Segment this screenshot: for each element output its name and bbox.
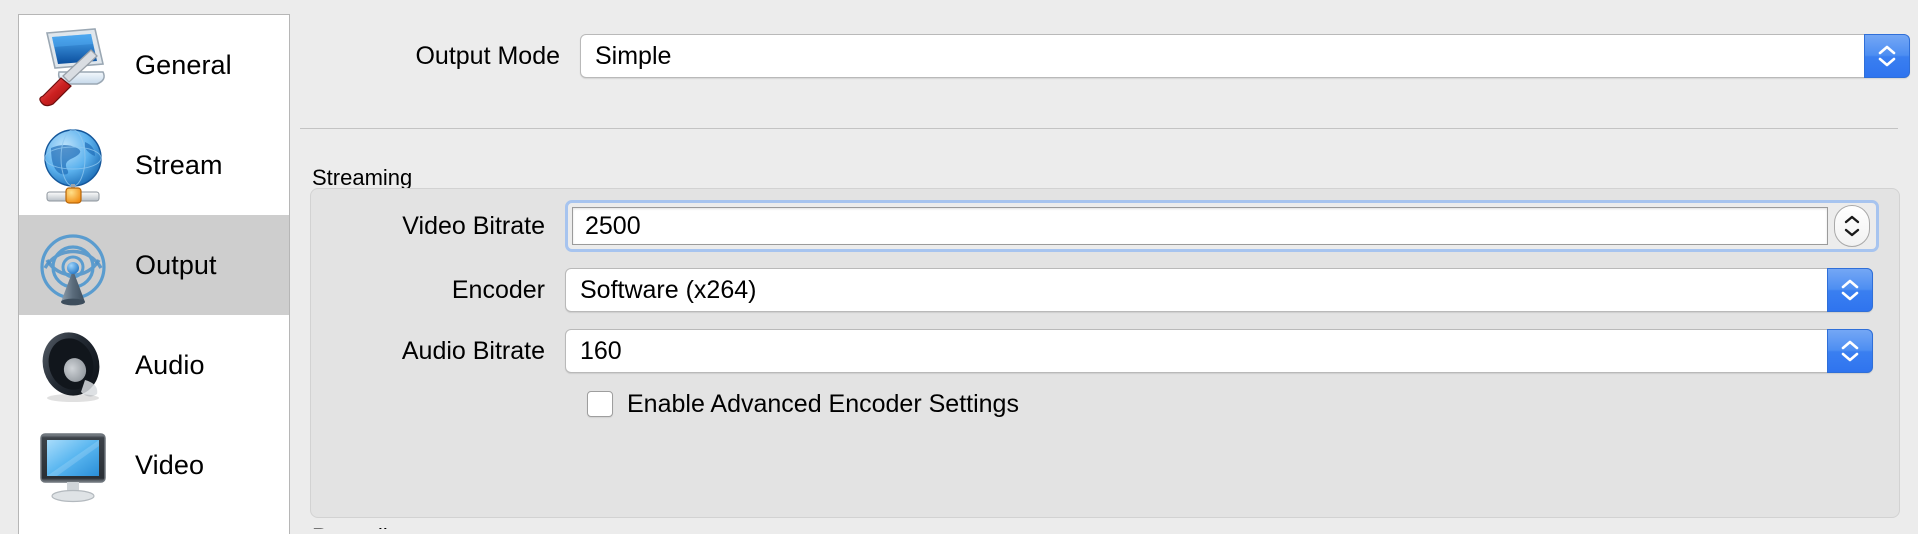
sidebar-item-video[interactable]: Video <box>19 415 289 515</box>
chevron-up-icon <box>1877 45 1897 56</box>
chevron-down-icon <box>1840 351 1860 362</box>
video-bitrate-label: Video Bitrate <box>402 211 545 240</box>
advanced-encoder-checkbox-row[interactable]: Enable Advanced Encoder Settings <box>587 384 1019 424</box>
audio-bitrate-row: Audio Bitrate 160 <box>311 328 1899 374</box>
display-monitor-icon <box>33 422 119 508</box>
sidebar-item-stream[interactable]: Stream <box>19 115 289 215</box>
sidebar-item-label: Video <box>135 449 205 480</box>
video-bitrate-row: Video Bitrate 2500 <box>311 200 1899 252</box>
chevron-up-icon[interactable] <box>1842 214 1862 225</box>
streaming-groupbox: Video Bitrate 2500 Encoder Software (x26… <box>310 188 1900 518</box>
output-mode-value: Simple <box>595 41 672 70</box>
sidebar-item-label: Stream <box>135 149 223 180</box>
sidebar-item-label: General <box>135 49 232 80</box>
recording-group-title: Recording <box>312 524 412 529</box>
video-bitrate-value: 2500 <box>585 211 641 240</box>
audio-bitrate-value: 160 <box>580 336 622 365</box>
output-mode-row: Output Mode Simple <box>300 32 1910 80</box>
video-bitrate-spinbox[interactable]: 2500 <box>565 200 1879 252</box>
sidebar-item-output[interactable]: Output <box>19 215 289 315</box>
chevron-down-icon <box>1877 56 1897 67</box>
sidebar-item-label: Audio <box>135 349 205 380</box>
encoder-row: Encoder Software (x264) <box>311 267 1899 313</box>
section-divider <box>300 128 1898 129</box>
audio-bitrate-dropdown-button[interactable] <box>1827 329 1873 373</box>
sidebar-item-general[interactable]: General <box>19 15 289 115</box>
audio-bitrate-label: Audio Bitrate <box>401 336 545 365</box>
chevron-down-icon <box>1840 290 1860 301</box>
sidebar-item-label: Output <box>135 249 217 280</box>
advanced-encoder-label: Enable Advanced Encoder Settings <box>627 389 1019 418</box>
audio-bitrate-combobox[interactable]: 160 <box>565 329 1873 373</box>
speaker-icon <box>33 322 119 408</box>
encoder-value: Software (x264) <box>580 275 757 304</box>
chevron-up-icon <box>1840 279 1860 290</box>
output-mode-combobox[interactable]: Simple <box>580 34 1910 78</box>
encoder-combobox[interactable]: Software (x264) <box>565 268 1873 312</box>
advanced-encoder-checkbox[interactable] <box>587 391 613 417</box>
video-bitrate-stepper[interactable] <box>1834 205 1870 247</box>
settings-main-pane: Output Mode Simple Streaming Video Bitra… <box>300 0 1918 529</box>
output-mode-label: Output Mode <box>415 41 560 70</box>
video-bitrate-input[interactable]: 2500 <box>572 207 1828 245</box>
chevron-down-icon[interactable] <box>1842 227 1862 238</box>
output-mode-dropdown-button[interactable] <box>1864 34 1910 78</box>
broadcast-antenna-icon <box>33 222 119 308</box>
sidebar-item-audio[interactable]: Audio <box>19 315 289 415</box>
settings-sidebar[interactable]: General Stream Output Audio Video <box>18 14 290 534</box>
globe-network-icon <box>33 122 119 208</box>
encoder-label: Encoder <box>451 275 545 304</box>
monitor-screwdriver-icon <box>33 22 119 108</box>
chevron-up-icon <box>1840 340 1860 351</box>
encoder-dropdown-button[interactable] <box>1827 268 1873 312</box>
